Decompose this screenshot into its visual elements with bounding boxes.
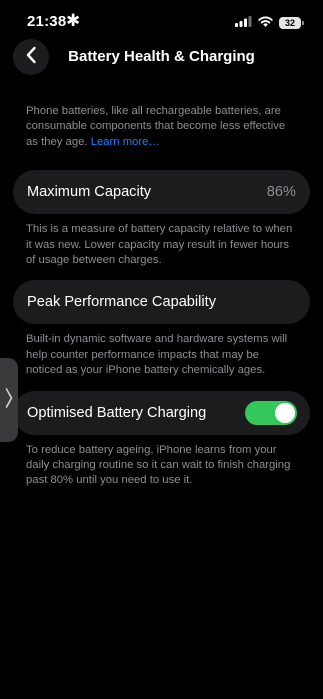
maximum-capacity-value: 86%	[266, 184, 296, 201]
optimised-charging-footnote: To reduce battery ageing, iPhone learns …	[26, 443, 291, 487]
maximum-capacity-row: Maximum Capacity 86%	[13, 170, 310, 215]
learn-more-link[interactable]: Learn more…	[91, 136, 160, 148]
bluetooth-asterisk-icon: ✱	[66, 11, 81, 30]
maximum-capacity-footnote: This is a measure of battery capacity re…	[26, 223, 293, 267]
settings-content: Phone batteries, like all rechargeable b…	[0, 104, 323, 489]
chevron-right-icon	[5, 387, 13, 414]
back-button[interactable]	[13, 39, 49, 75]
chevron-left-icon	[25, 46, 37, 69]
peak-performance-label: Peak Performance Capability	[27, 294, 216, 311]
navigation-bar: Battery Health & Charging	[0, 38, 323, 78]
maximum-capacity-label: Maximum Capacity	[27, 184, 152, 201]
page-title: Battery Health & Charging	[68, 48, 255, 65]
side-drawer-handle[interactable]	[0, 358, 18, 442]
battery-icon: 32	[279, 17, 304, 29]
status-time: 21:38	[27, 13, 67, 30]
optimised-charging-row: Optimised Battery Charging	[13, 390, 310, 435]
toggle-knob	[275, 402, 295, 423]
peak-performance-row[interactable]: Peak Performance Capability	[13, 280, 310, 325]
wifi-icon	[258, 14, 273, 32]
cellular-signal-icon	[235, 14, 252, 32]
status-icons: 32	[235, 14, 304, 32]
intro-text: Phone batteries, like all rechargeable b…	[26, 104, 297, 150]
optimised-charging-toggle[interactable]	[245, 400, 297, 425]
peak-performance-footnote: Built-in dynamic software and hardware s…	[26, 333, 288, 377]
optimised-charging-label: Optimised Battery Charging	[27, 404, 207, 421]
